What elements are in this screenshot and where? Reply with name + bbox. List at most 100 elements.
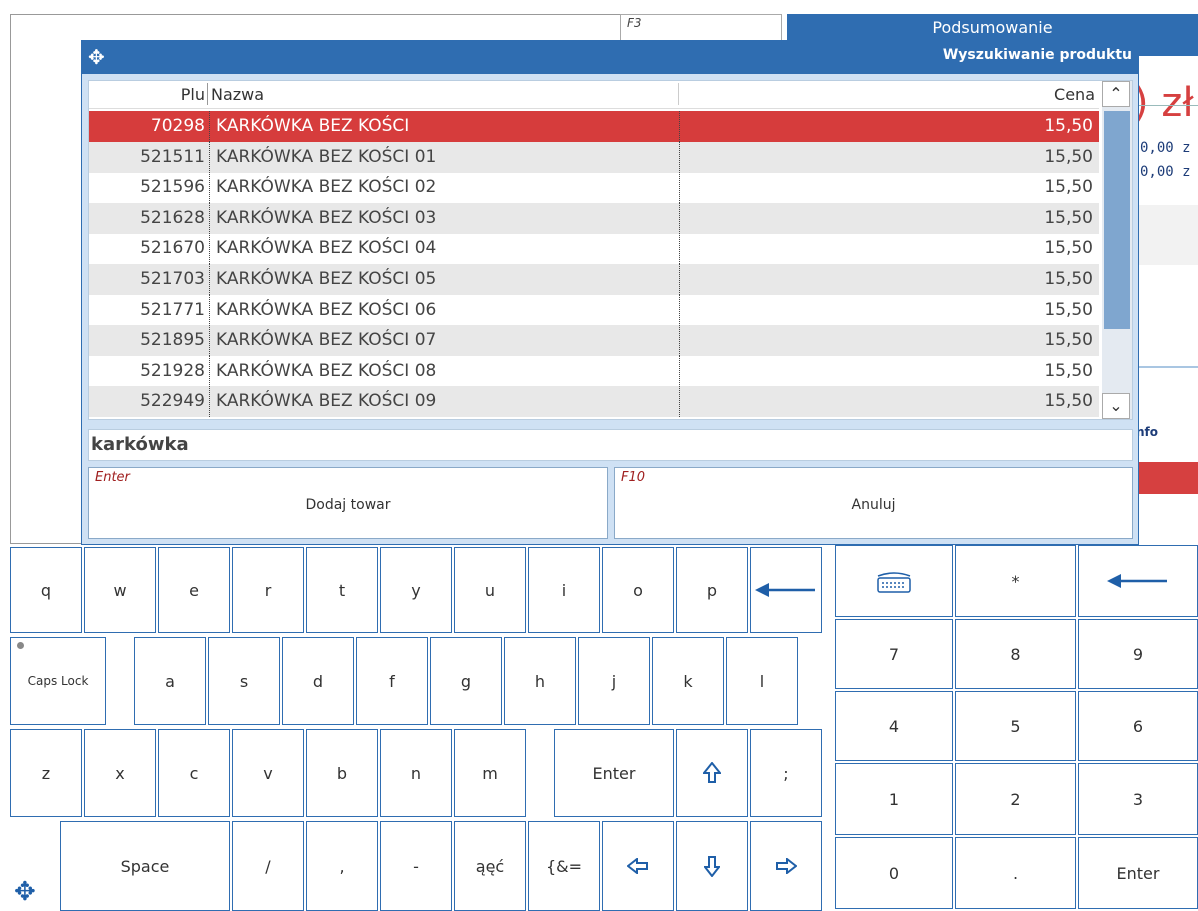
table-row[interactable]: 521628 KARKÓWKA BEZ KOŚCI 03 15,50 <box>89 202 1099 234</box>
cancel-button[interactable]: F10 Anuluj <box>614 467 1133 539</box>
arrow-down-key[interactable] <box>676 821 748 911</box>
key-q[interactable]: q <box>10 547 82 633</box>
diacritics-key[interactable]: ąęć <box>454 821 526 911</box>
amount-value: 0,00 z <box>1140 140 1191 156</box>
table-row[interactable]: 521670 KARKÓWKA BEZ KOŚCI 04 15,50 <box>89 233 1099 265</box>
cell-plu: 521670 <box>140 238 205 259</box>
table-row[interactable]: 521511 KARKÓWKA BEZ KOŚCI 01 15,50 <box>89 141 1099 173</box>
key-u[interactable]: u <box>454 547 526 633</box>
numpad-backspace-key[interactable] <box>1078 545 1198 617</box>
key-v[interactable]: v <box>232 729 304 817</box>
key-b[interactable]: b <box>306 729 378 817</box>
move-icon[interactable]: ✥ <box>14 877 36 907</box>
cell-name: KARKÓWKA BEZ KOŚCI 01 <box>216 146 437 167</box>
column-divider <box>209 386 210 418</box>
caps-lock-key[interactable]: Caps Lock <box>10 637 106 725</box>
scroll-up-button[interactable]: ⌃ <box>1102 81 1130 107</box>
column-divider <box>679 233 680 265</box>
column-divider <box>209 325 210 357</box>
info-link[interactable]: nfo <box>1136 425 1158 439</box>
key-n[interactable]: n <box>380 729 452 817</box>
key-y[interactable]: y <box>380 547 452 633</box>
arrow-right-icon <box>776 858 797 874</box>
key-t[interactable]: t <box>306 547 378 633</box>
dialog-titlebar[interactable]: ✥ Wyszukiwanie produktu <box>82 41 1138 74</box>
arrow-down-icon <box>704 856 720 877</box>
key-g[interactable]: g <box>430 637 502 725</box>
key-semicolon[interactable]: ; <box>750 729 822 817</box>
key-z[interactable]: z <box>10 729 82 817</box>
backspace-key[interactable] <box>750 547 822 633</box>
column-divider <box>209 294 210 326</box>
table-row[interactable]: 521596 KARKÓWKA BEZ KOŚCI 02 15,50 <box>89 172 1099 204</box>
column-divider <box>679 111 680 142</box>
vertical-scrollbar[interactable]: ⌃ ⌄ <box>1102 81 1132 419</box>
column-header-price[interactable]: Cena <box>1054 85 1095 104</box>
add-product-button[interactable]: Enter Dodaj towar <box>88 467 608 539</box>
enter-key[interactable]: Enter <box>554 729 674 817</box>
cell-name: KARKÓWKA BEZ KOŚCI 07 <box>216 330 437 351</box>
key-dash[interactable]: - <box>380 821 452 911</box>
key-h[interactable]: h <box>504 637 576 725</box>
key-1[interactable]: 1 <box>835 763 953 835</box>
key-8[interactable]: 8 <box>955 619 1076 689</box>
scroll-down-button[interactable]: ⌄ <box>1102 393 1130 419</box>
cell-price: 15,50 <box>1044 238 1093 259</box>
symbols-key[interactable]: {&= <box>528 821 600 911</box>
key-r[interactable]: r <box>232 547 304 633</box>
space-key[interactable]: Space <box>60 821 230 911</box>
move-icon[interactable]: ✥ <box>88 45 105 69</box>
key-a[interactable]: a <box>134 637 206 725</box>
product-search-dialog: ✥ Wyszukiwanie produktu Plu Nazwa Cena 7… <box>81 40 1139 545</box>
shift-key[interactable] <box>676 729 748 817</box>
key-3[interactable]: 3 <box>1078 763 1198 835</box>
arrow-right-key[interactable] <box>750 821 822 911</box>
key-f[interactable]: f <box>356 637 428 725</box>
key-e[interactable]: e <box>158 547 230 633</box>
key-i[interactable]: i <box>528 547 600 633</box>
table-row[interactable]: 522949 KARKÓWKA BEZ KOŚCI 09 15,50 <box>89 386 1099 418</box>
table-row[interactable]: 521771 KARKÓWKA BEZ KOŚCI 06 15,50 <box>89 294 1099 326</box>
key-m[interactable]: m <box>454 729 526 817</box>
table-row[interactable]: 521895 KARKÓWKA BEZ KOŚCI 07 15,50 <box>89 325 1099 357</box>
column-divider <box>209 264 210 295</box>
table-row[interactable]: 521928 KARKÓWKA BEZ KOŚCI 08 15,50 <box>89 355 1099 387</box>
hotkey-label: Enter <box>95 470 130 485</box>
key-slash[interactable]: / <box>232 821 304 911</box>
arrow-left-key[interactable] <box>602 821 674 911</box>
keyboard-toggle-key[interactable] <box>835 545 953 617</box>
key-decimal[interactable]: . <box>955 837 1076 909</box>
column-header-plu[interactable]: Plu <box>89 85 205 104</box>
key-o[interactable]: o <box>602 547 674 633</box>
column-divider <box>679 141 680 173</box>
key-comma[interactable]: , <box>306 821 378 911</box>
key-7[interactable]: 7 <box>835 619 953 689</box>
key-2[interactable]: 2 <box>955 763 1076 835</box>
key-9[interactable]: 9 <box>1078 619 1198 689</box>
key-x[interactable]: x <box>84 729 156 817</box>
key-w[interactable]: w <box>84 547 156 633</box>
key-multiply[interactable]: * <box>955 545 1076 617</box>
table-row[interactable]: 521703 KARKÓWKA BEZ KOŚCI 05 15,50 <box>89 264 1099 295</box>
table-row[interactable]: 70298 KARKÓWKA BEZ KOŚCI 15,50 <box>89 111 1099 142</box>
key-j[interactable]: j <box>578 637 650 725</box>
key-l[interactable]: l <box>726 637 798 725</box>
key-5[interactable]: 5 <box>955 691 1076 761</box>
onscreen-keyboard: q w e r t y u i o p Caps Lock a s d f g … <box>0 545 1198 911</box>
key-p[interactable]: p <box>676 547 748 633</box>
key-d[interactable]: d <box>282 637 354 725</box>
shift-arrow-icon <box>703 762 721 783</box>
numpad-enter-key[interactable]: Enter <box>1078 837 1198 909</box>
key-k[interactable]: k <box>652 637 724 725</box>
cell-plu: 521703 <box>140 269 205 289</box>
column-header-name[interactable]: Nazwa <box>211 85 264 104</box>
key-c[interactable]: c <box>158 729 230 817</box>
key-6[interactable]: 6 <box>1078 691 1198 761</box>
column-divider <box>679 264 680 295</box>
key-0[interactable]: 0 <box>835 837 953 909</box>
key-s[interactable]: s <box>208 637 280 725</box>
scrollbar-thumb[interactable] <box>1104 111 1130 329</box>
column-divider <box>679 172 680 204</box>
key-4[interactable]: 4 <box>835 691 953 761</box>
search-input[interactable]: karkówka <box>88 429 1133 461</box>
